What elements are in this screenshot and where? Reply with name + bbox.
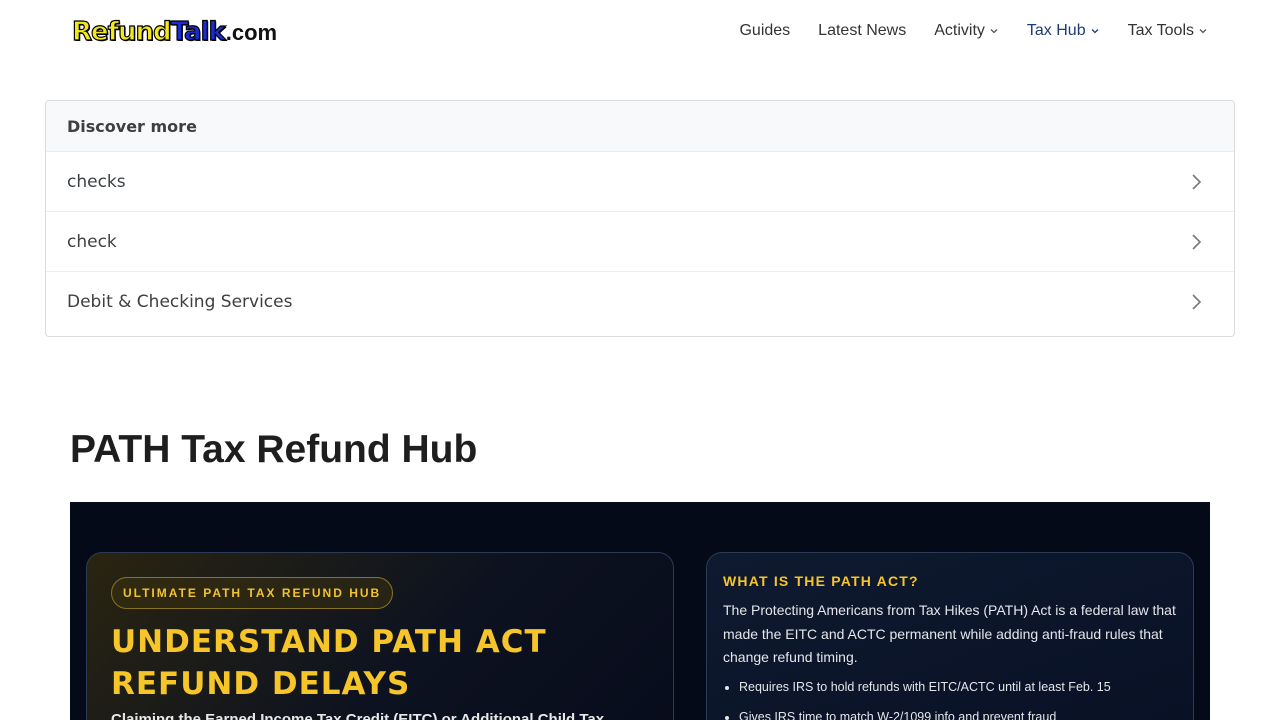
chevron-right-icon	[1190, 232, 1204, 252]
logo-refund-text: Refund	[71, 16, 172, 47]
discover-item-checks[interactable]: checks	[46, 151, 1234, 211]
path-act-info-card: WHAT IS THE PATH ACT? The Protecting Ame…	[706, 552, 1194, 720]
info-card-list: Requires IRS to hold refunds with EITC/A…	[739, 679, 1179, 720]
chevron-down-icon	[989, 26, 999, 36]
discover-item-debit-checking[interactable]: Debit & Checking Services	[46, 271, 1234, 331]
nav-label: Tax Tools	[1127, 22, 1194, 39]
nav-label: Tax Hub	[1026, 22, 1086, 39]
discover-item-label: check	[67, 231, 117, 252]
nav-item-activity[interactable]: Activity	[934, 22, 999, 40]
info-card-title: WHAT IS THE PATH ACT?	[723, 573, 919, 589]
nav-item-tax-hub[interactable]: Tax Hub	[1027, 22, 1100, 40]
nav-label: Guides	[739, 22, 791, 39]
discover-more-heading: Discover more	[46, 101, 1234, 151]
main-nav: Guides Latest News Activity Tax Hub Tax …	[739, 22, 1208, 40]
hero-title: UNDERSTAND PATH ACT REFUND DELAYS	[111, 624, 547, 702]
hero-badge: ULTIMATE PATH TAX REFUND HUB	[111, 577, 394, 609]
list-item: Requires IRS to hold refunds with EITC/A…	[739, 679, 1179, 695]
discover-item-label: checks	[67, 171, 126, 192]
chevron-right-icon	[1190, 172, 1204, 192]
hero-intro-card: ULTIMATE PATH TAX REFUND HUB UNDERSTAND …	[86, 552, 674, 720]
logo-talk-text: Talk	[170, 16, 226, 47]
nav-item-tax-tools[interactable]: Tax Tools	[1128, 22, 1208, 40]
page-title: PATH Tax Refund Hub	[70, 428, 478, 471]
nav-label: Latest News	[818, 22, 907, 39]
path-hero-section: ULTIMATE PATH TAX REFUND HUB UNDERSTAND …	[70, 502, 1210, 720]
logo-domain-text: .com	[225, 20, 278, 45]
nav-item-guides[interactable]: Guides	[739, 22, 790, 40]
site-logo[interactable]: Refund Talk .com	[71, 16, 278, 51]
site-header: Refund Talk .com Guides Latest News Acti…	[0, 0, 1280, 70]
chevron-down-icon	[1090, 26, 1100, 36]
discover-item-label: Debit & Checking Services	[67, 291, 293, 312]
chevron-down-icon	[1198, 26, 1208, 36]
chevron-right-icon	[1190, 292, 1204, 312]
nav-item-latest-news[interactable]: Latest News	[818, 22, 906, 40]
hero-description: Claiming the Earned Income Tax Credit (E…	[111, 711, 605, 720]
list-item: Gives IRS time to match W-2/1099 info an…	[739, 709, 1179, 720]
nav-label: Activity	[934, 22, 985, 39]
info-card-body: The Protecting Americans from Tax Hikes …	[723, 602, 1176, 665]
discover-item-check[interactable]: check	[46, 211, 1234, 271]
discover-more-panel: Discover more checks check Debit & Check…	[45, 100, 1235, 337]
